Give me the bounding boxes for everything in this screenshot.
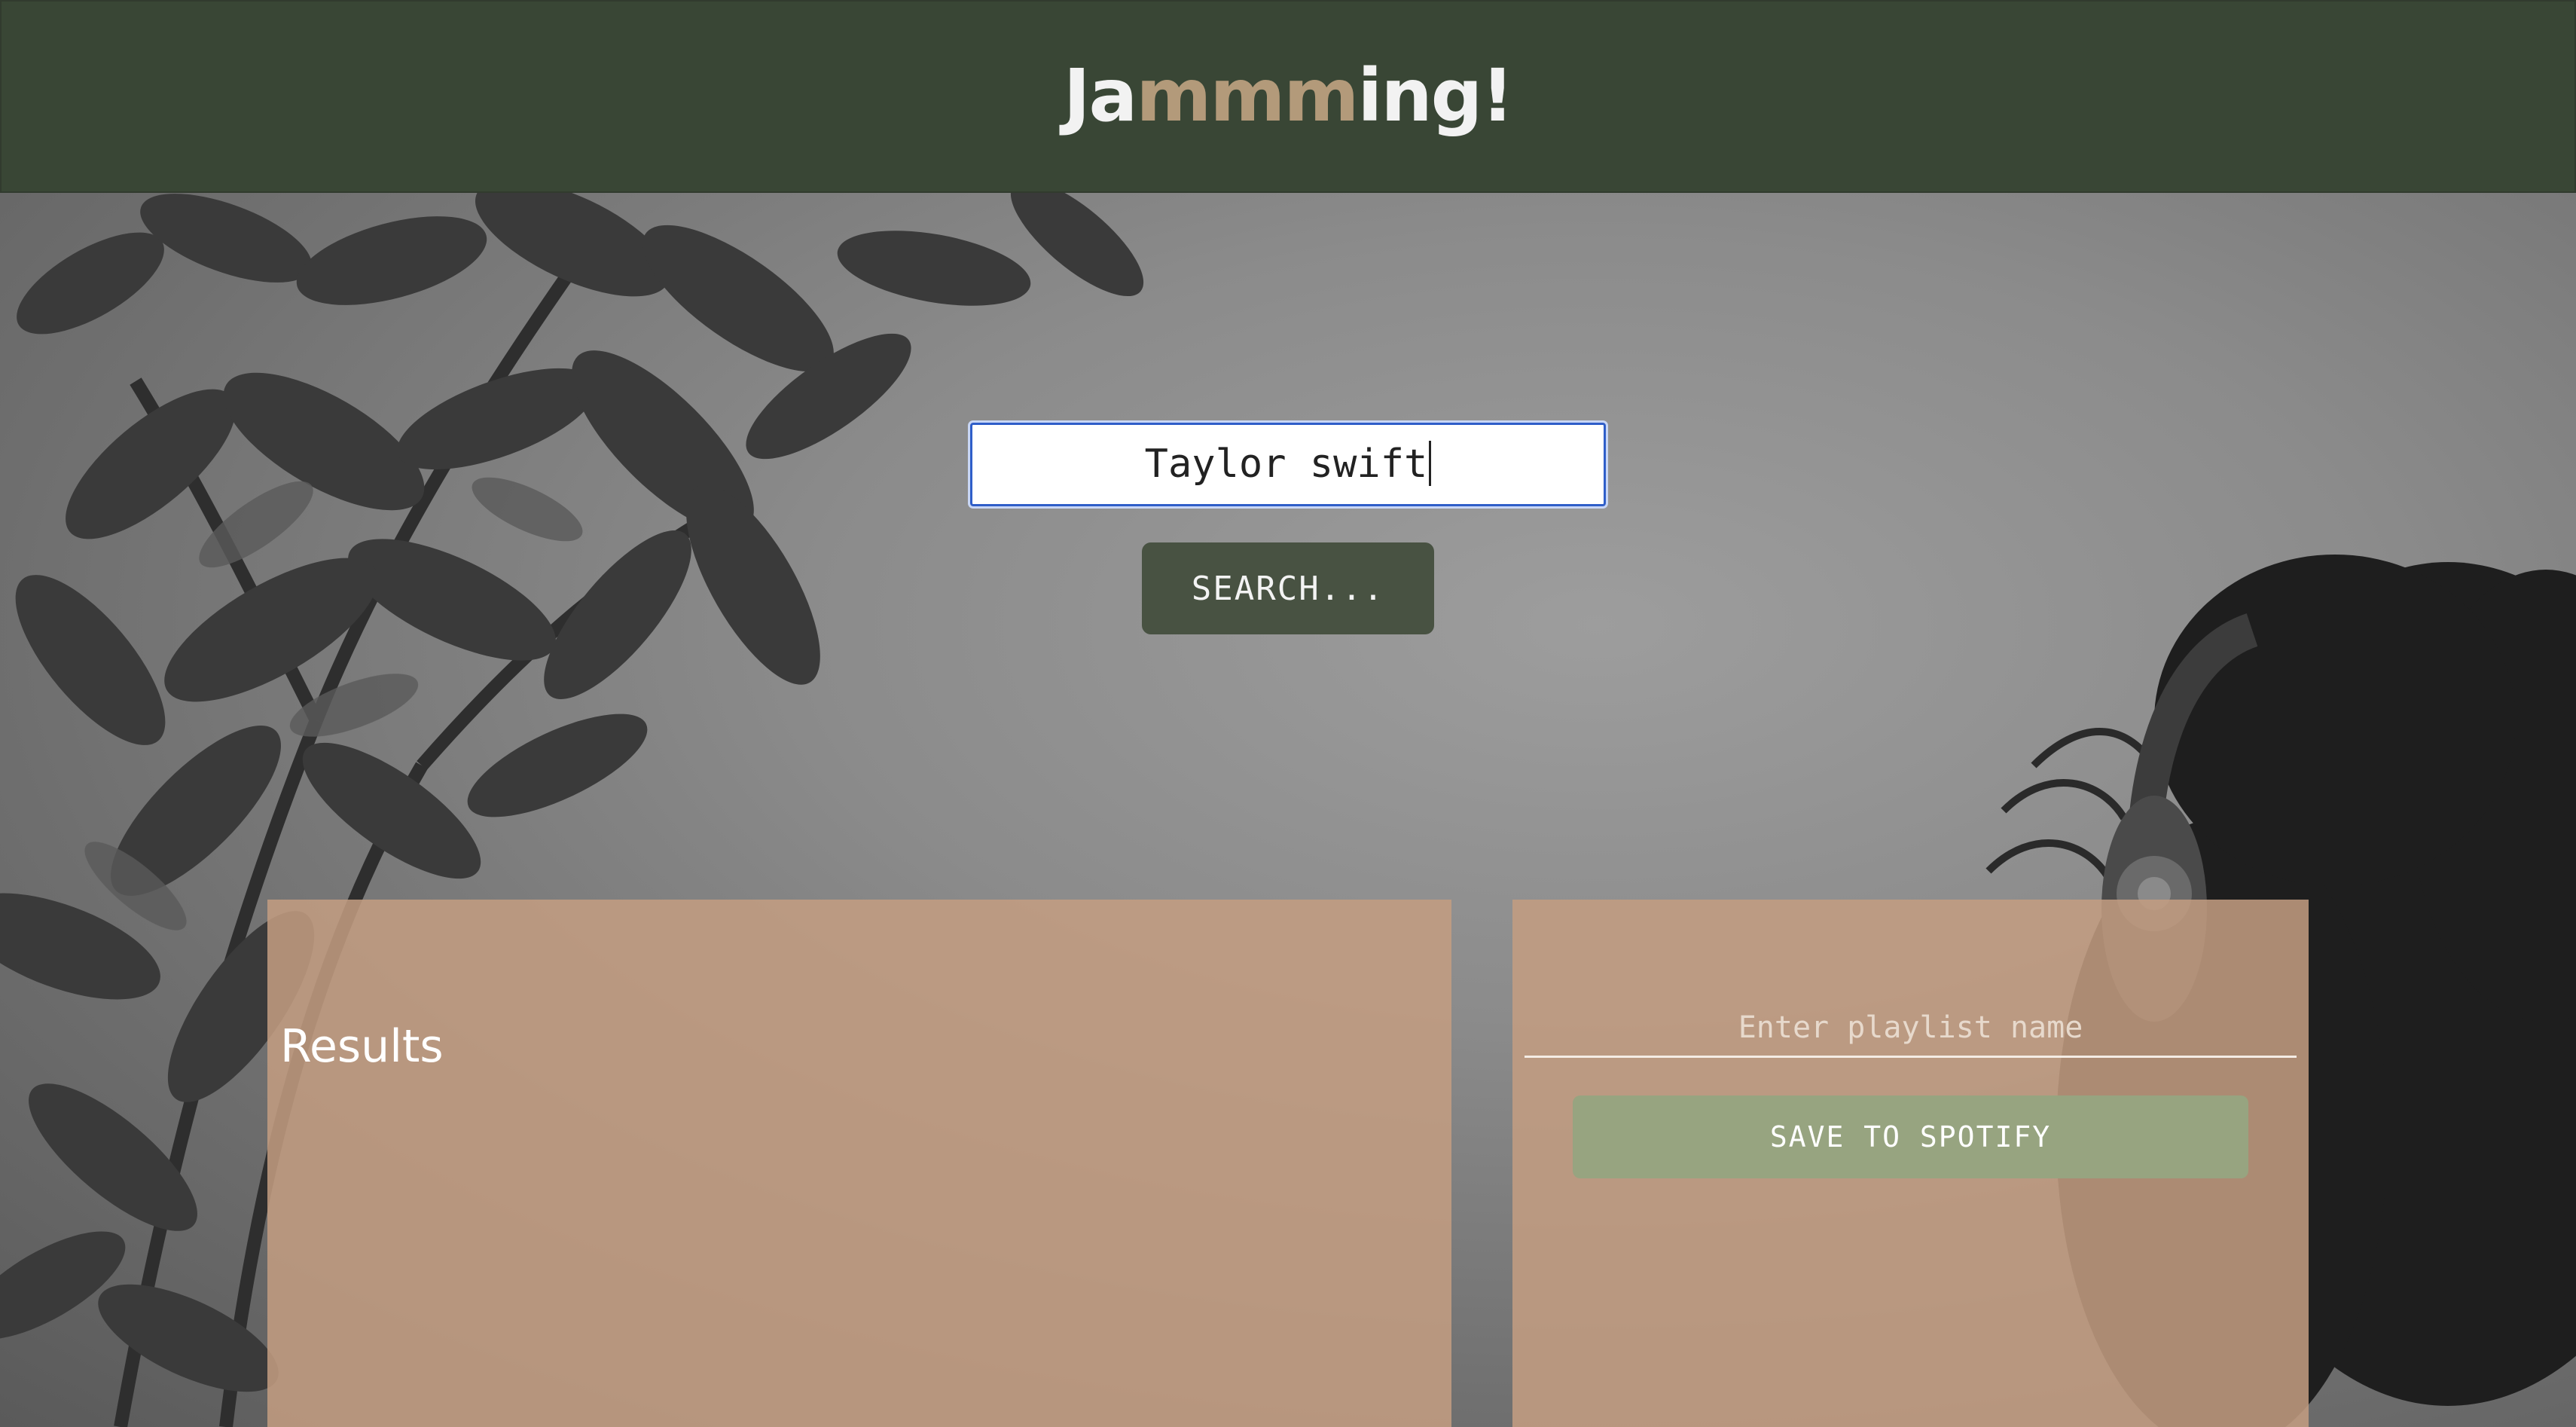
save-to-spotify-label: SAVE TO SPOTIFY (1769, 1120, 2052, 1154)
logo-suffix: ing! (1357, 53, 1514, 138)
text-caret (1429, 441, 1432, 486)
playlist-panel: Enter playlist name SAVE TO SPOTIFY (1512, 900, 2309, 1427)
app-logo: Jammming! (1063, 53, 1514, 138)
app-header: Jammming! (0, 0, 2576, 193)
app-root: Jammming! Taylor swift SEARCH... Results… (0, 0, 2576, 1427)
results-panel: Results (267, 900, 1451, 1427)
search-button-label: SEARCH... (1191, 569, 1385, 608)
search-input-value: Taylor swift (1144, 442, 1428, 487)
results-title: Results (280, 1020, 444, 1073)
search-button[interactable]: SEARCH... (1142, 542, 1434, 634)
playlist-name-input[interactable]: Enter playlist name (1525, 998, 2297, 1058)
save-to-spotify-button[interactable]: SAVE TO SPOTIFY (1573, 1095, 2248, 1178)
logo-prefix: Ja (1063, 53, 1137, 138)
search-input[interactable]: Taylor swift (968, 420, 1608, 509)
logo-accent: mmm (1136, 53, 1359, 138)
